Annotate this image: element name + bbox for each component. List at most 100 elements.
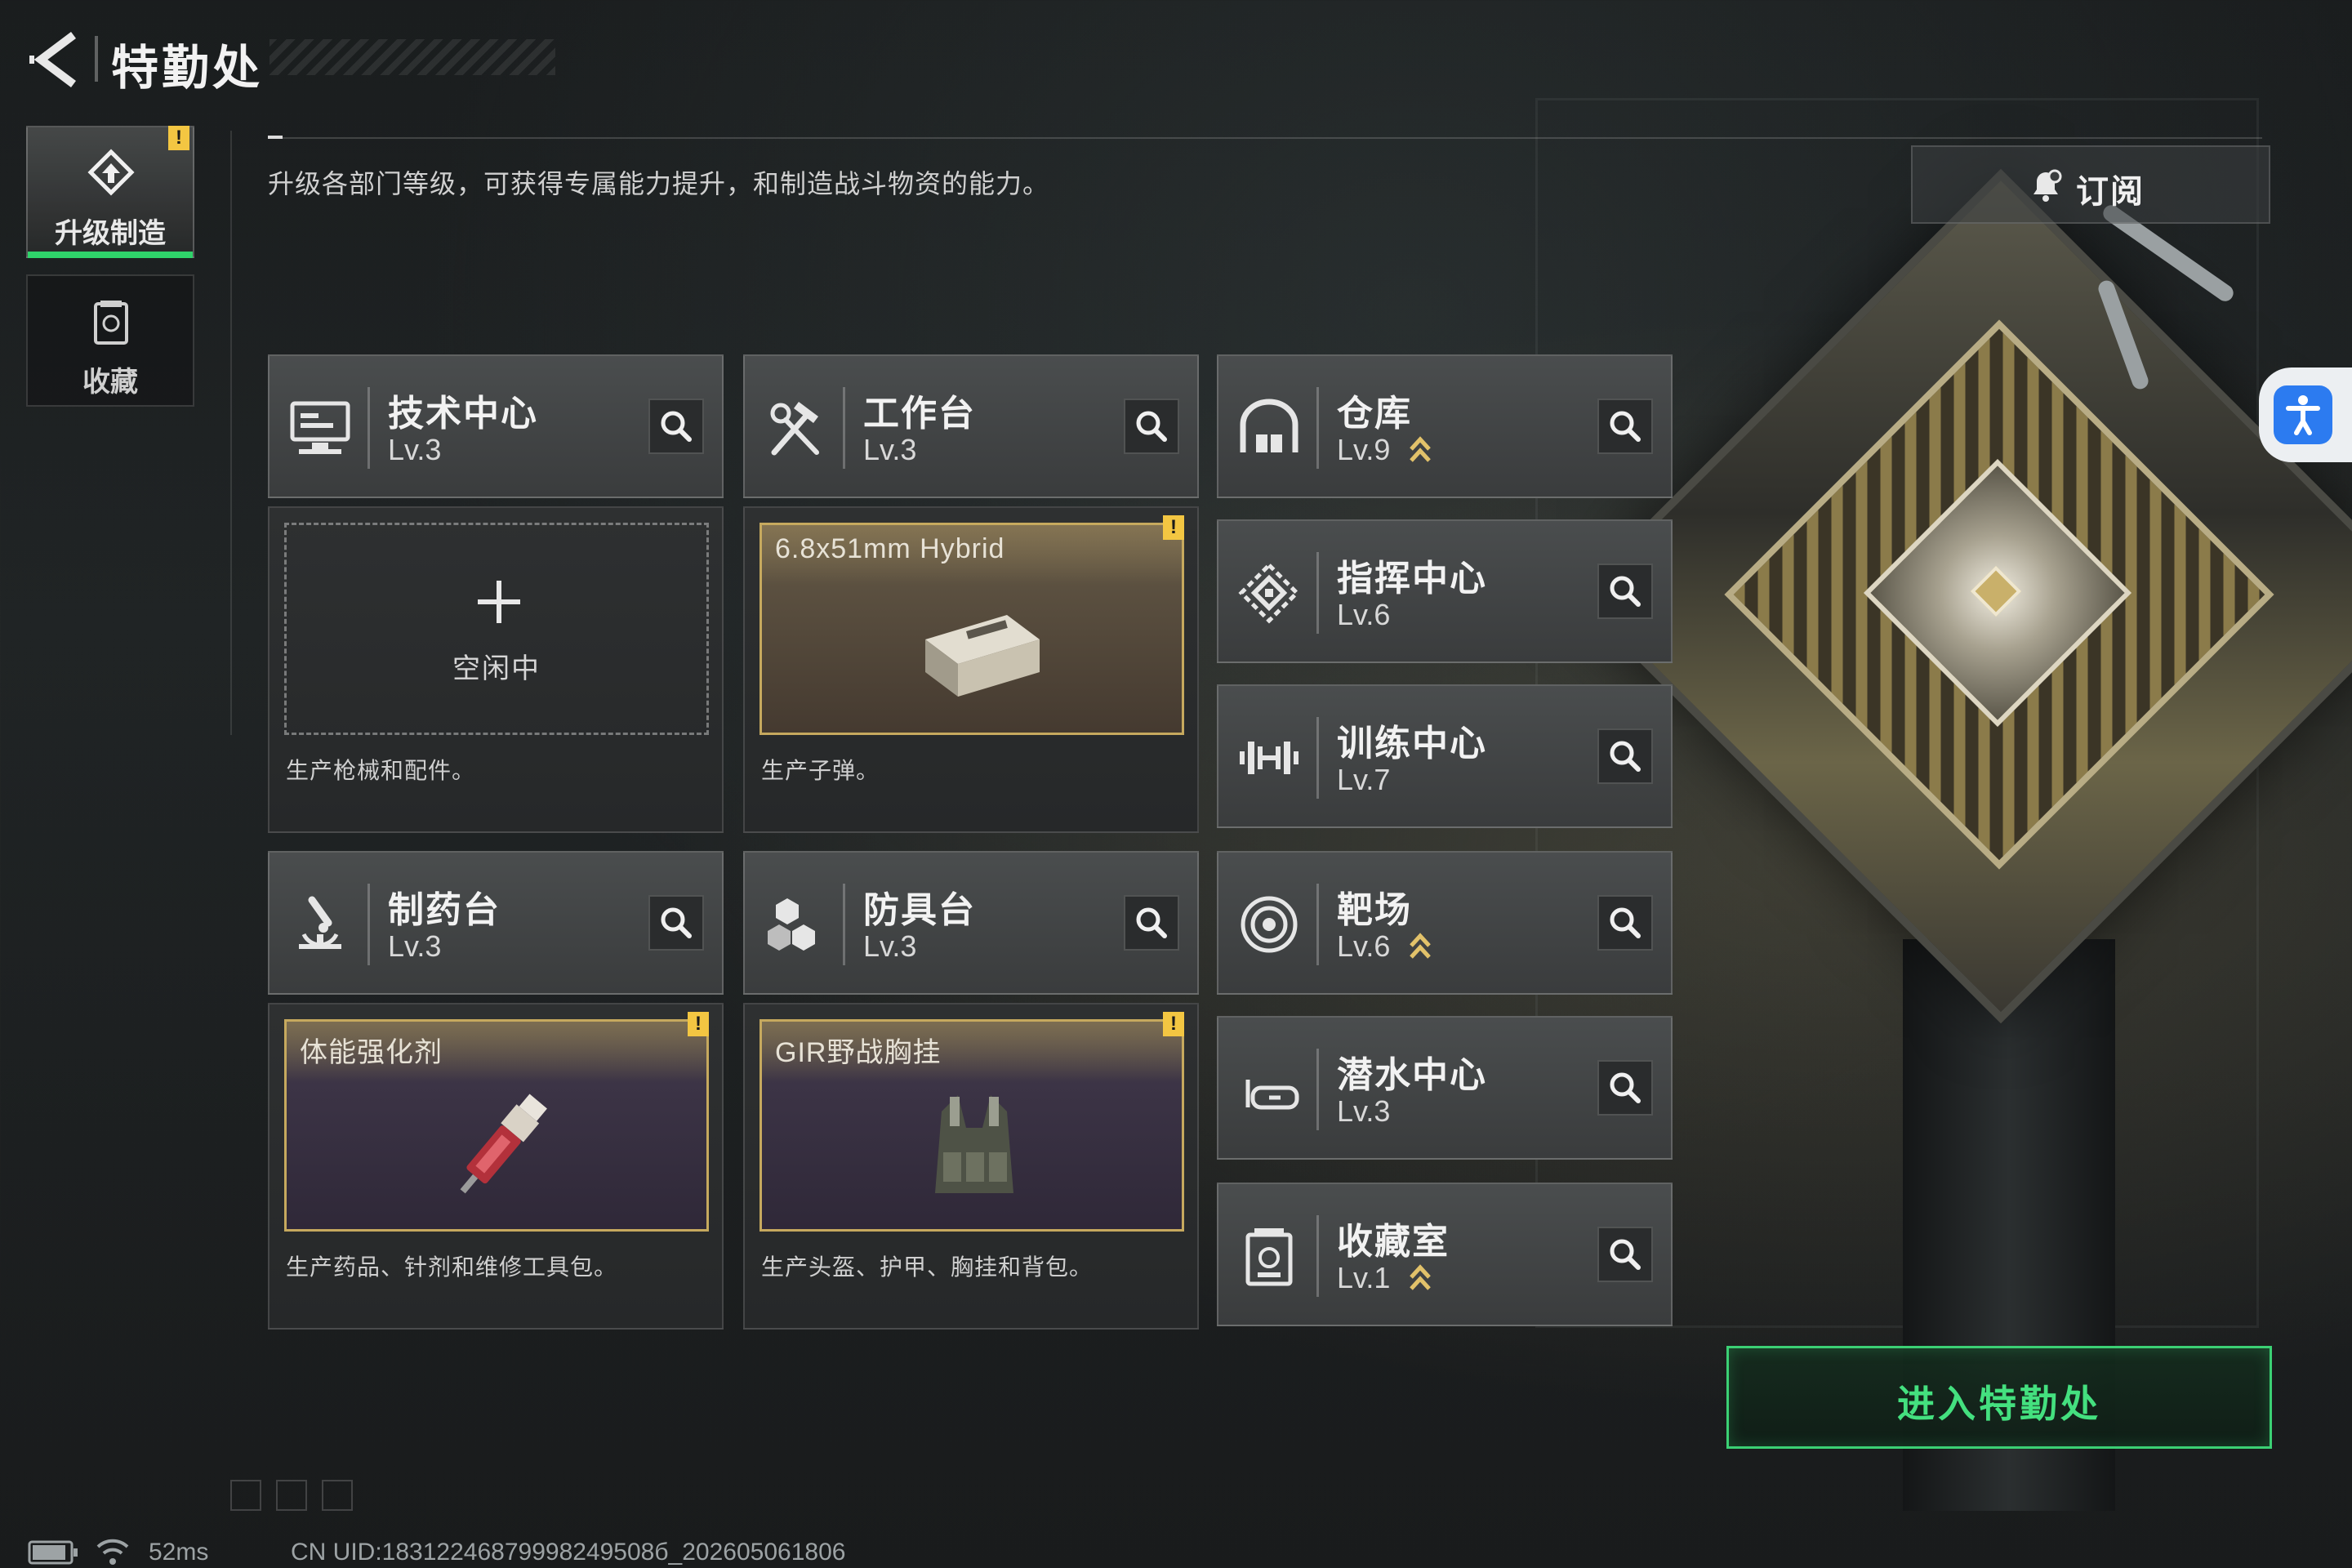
card-divider [1316, 884, 1319, 965]
facility-description: 生产子弹。 [761, 758, 880, 783]
ammo-box-item-image [925, 615, 1040, 697]
facility-description: 生产枪械和配件。 [286, 758, 476, 783]
search-icon [1610, 907, 1641, 938]
facility-card-command-center[interactable]: 指挥中心 Lv.6 [1217, 519, 1673, 663]
facility-card-workbench[interactable]: 工作台 Lv.3 [743, 354, 1199, 498]
sidebar-tab-upgrade[interactable]: ! 升级制造 [26, 126, 194, 258]
facility-level: Lv.3 [388, 929, 442, 963]
inspect-button[interactable] [648, 895, 704, 951]
sidebar-tab-collection[interactable]: 收藏 [26, 274, 194, 407]
slot-alert-badge: ! [1163, 1012, 1184, 1036]
plus-icon [478, 581, 520, 623]
uid-label: CN UID:18312246879998249508б_20260506180… [291, 1539, 846, 1566]
search-icon [1136, 411, 1167, 442]
header-divider [270, 137, 2262, 139]
facility-card-tech-center[interactable]: 技术中心 Lv.3 [268, 354, 724, 498]
search-icon [1610, 576, 1641, 607]
active-tab-indicator [28, 252, 193, 258]
facility-name: 技术中心 [388, 394, 538, 434]
facility-level: Lv.3 [863, 433, 917, 466]
production-item-name: 6.8x51mm Hybrid [775, 533, 1005, 564]
upgrade-available-icon [1410, 436, 1431, 462]
inspect-button[interactable] [648, 399, 704, 454]
facility-name: 训练中心 [1337, 724, 1487, 764]
facility-level: Lv.6 [1337, 598, 1391, 631]
inspect-button[interactable] [1124, 399, 1179, 454]
search-icon [1610, 1072, 1641, 1103]
card-divider [1316, 1215, 1319, 1297]
slot-status: 空闲中 [452, 653, 541, 684]
inspect-button[interactable] [1597, 1060, 1653, 1116]
production-panel-armor-bench: GIR野战胸挂 ! 生产头盔、护甲、胸挂和背包。 [743, 1003, 1199, 1330]
slot-alert-badge: ! [1163, 515, 1184, 540]
bell-icon [2034, 169, 2062, 202]
cubes-icon [768, 898, 815, 951]
facility-name: 制药台 [388, 890, 501, 930]
collection-icon [94, 301, 128, 345]
production-item-name: 体能强化剂 [300, 1037, 443, 1068]
accessibility-icon [2274, 385, 2332, 444]
monitor-icon [290, 401, 350, 454]
inspect-button[interactable] [1597, 399, 1653, 454]
facility-level: Lv.6 [1337, 929, 1391, 963]
chest-rig-item-image [935, 1095, 1013, 1193]
production-slot[interactable]: GIR野战胸挂 ! [760, 1012, 1184, 1232]
inspect-button[interactable] [1597, 895, 1653, 951]
production-slot-empty[interactable]: 空闲中 [284, 523, 709, 735]
enter-facility-button[interactable]: 进入特勤处 [1726, 1346, 2272, 1449]
inspect-button[interactable] [1597, 1227, 1653, 1282]
production-panel-pharmacy: 体能强化剂 ! 生产药品、针剂和维修工具包。 [268, 1003, 724, 1330]
card-divider [1316, 387, 1319, 469]
target-icon [1241, 896, 1298, 953]
upgrade-available-icon [1410, 1264, 1431, 1290]
facility-card-armor-bench[interactable]: 防具台 Lv.3 [743, 851, 1199, 995]
production-slot[interactable]: 体能强化剂 ! [284, 1012, 709, 1232]
facility-card-collection-room[interactable]: 收藏室 Lv.1 [1217, 1183, 1673, 1326]
command-icon [1238, 562, 1300, 624]
facility-card-warehouse[interactable]: 仓库 Lv.9 [1217, 354, 1673, 498]
production-panel-workbench: 6.8x51mm Hybrid ! 生产子弹。 [743, 506, 1199, 833]
diving-mask-icon [1245, 1080, 1299, 1110]
card-divider [1316, 717, 1319, 799]
search-icon [1610, 741, 1641, 772]
footer-decoration [230, 1480, 368, 1515]
facility-level: Lv.1 [1337, 1261, 1391, 1294]
header-divider-tick [268, 136, 283, 139]
search-icon [1136, 907, 1167, 938]
facility-card-shooting-range[interactable]: 靶场 Lv.6 [1217, 851, 1673, 995]
facility-level: Lv.3 [1337, 1094, 1391, 1128]
inspect-button[interactable] [1597, 564, 1653, 619]
upgrade-available-icon [1410, 933, 1431, 959]
search-icon [1610, 411, 1641, 442]
card-divider [843, 884, 845, 965]
inspect-button[interactable] [1124, 895, 1179, 951]
inspect-button[interactable] [1597, 728, 1653, 784]
enter-button-label: 进入特勤处 [1897, 1383, 2101, 1425]
back-icon[interactable] [28, 31, 85, 88]
production-slot[interactable]: 6.8x51mm Hybrid ! [760, 515, 1184, 735]
facility-name: 指挥中心 [1337, 559, 1487, 599]
card-divider [843, 387, 845, 469]
facility-level: Lv.7 [1337, 763, 1391, 796]
card-divider [1316, 552, 1319, 634]
accessibility-button[interactable] [2259, 368, 2352, 462]
facility-description: 生产头盔、护甲、胸挂和背包。 [761, 1254, 1094, 1280]
search-icon [1610, 1239, 1641, 1270]
battery-icon [28, 1540, 78, 1565]
facility-level: Lv.3 [388, 433, 442, 466]
production-panel-tech-center: 空闲中 生产枪械和配件。 [268, 506, 724, 833]
sidebar-alert-badge: ! [168, 126, 189, 150]
subscribe-button[interactable]: 订阅 [1911, 145, 2270, 224]
facility-description: 生产药品、针剂和维修工具包。 [286, 1254, 618, 1280]
facility-card-diving-center[interactable]: 潜水中心 Lv.3 [1217, 1016, 1673, 1160]
collection-room-icon [1245, 1228, 1293, 1286]
facility-level: Lv.9 [1337, 433, 1391, 466]
search-icon [661, 411, 692, 442]
facility-name: 收藏室 [1337, 1222, 1450, 1262]
facility-card-training-center[interactable]: 训练中心 Lv.7 [1217, 684, 1673, 828]
page-description: 升级各部门等级，可获得专属能力提升，和制造战斗物资的能力。 [268, 169, 1050, 198]
slot-alert-badge: ! [688, 1012, 709, 1036]
facility-name: 潜水中心 [1337, 1055, 1487, 1095]
card-divider [368, 884, 370, 965]
facility-card-pharmacy[interactable]: 制药台 Lv.3 [268, 851, 724, 995]
